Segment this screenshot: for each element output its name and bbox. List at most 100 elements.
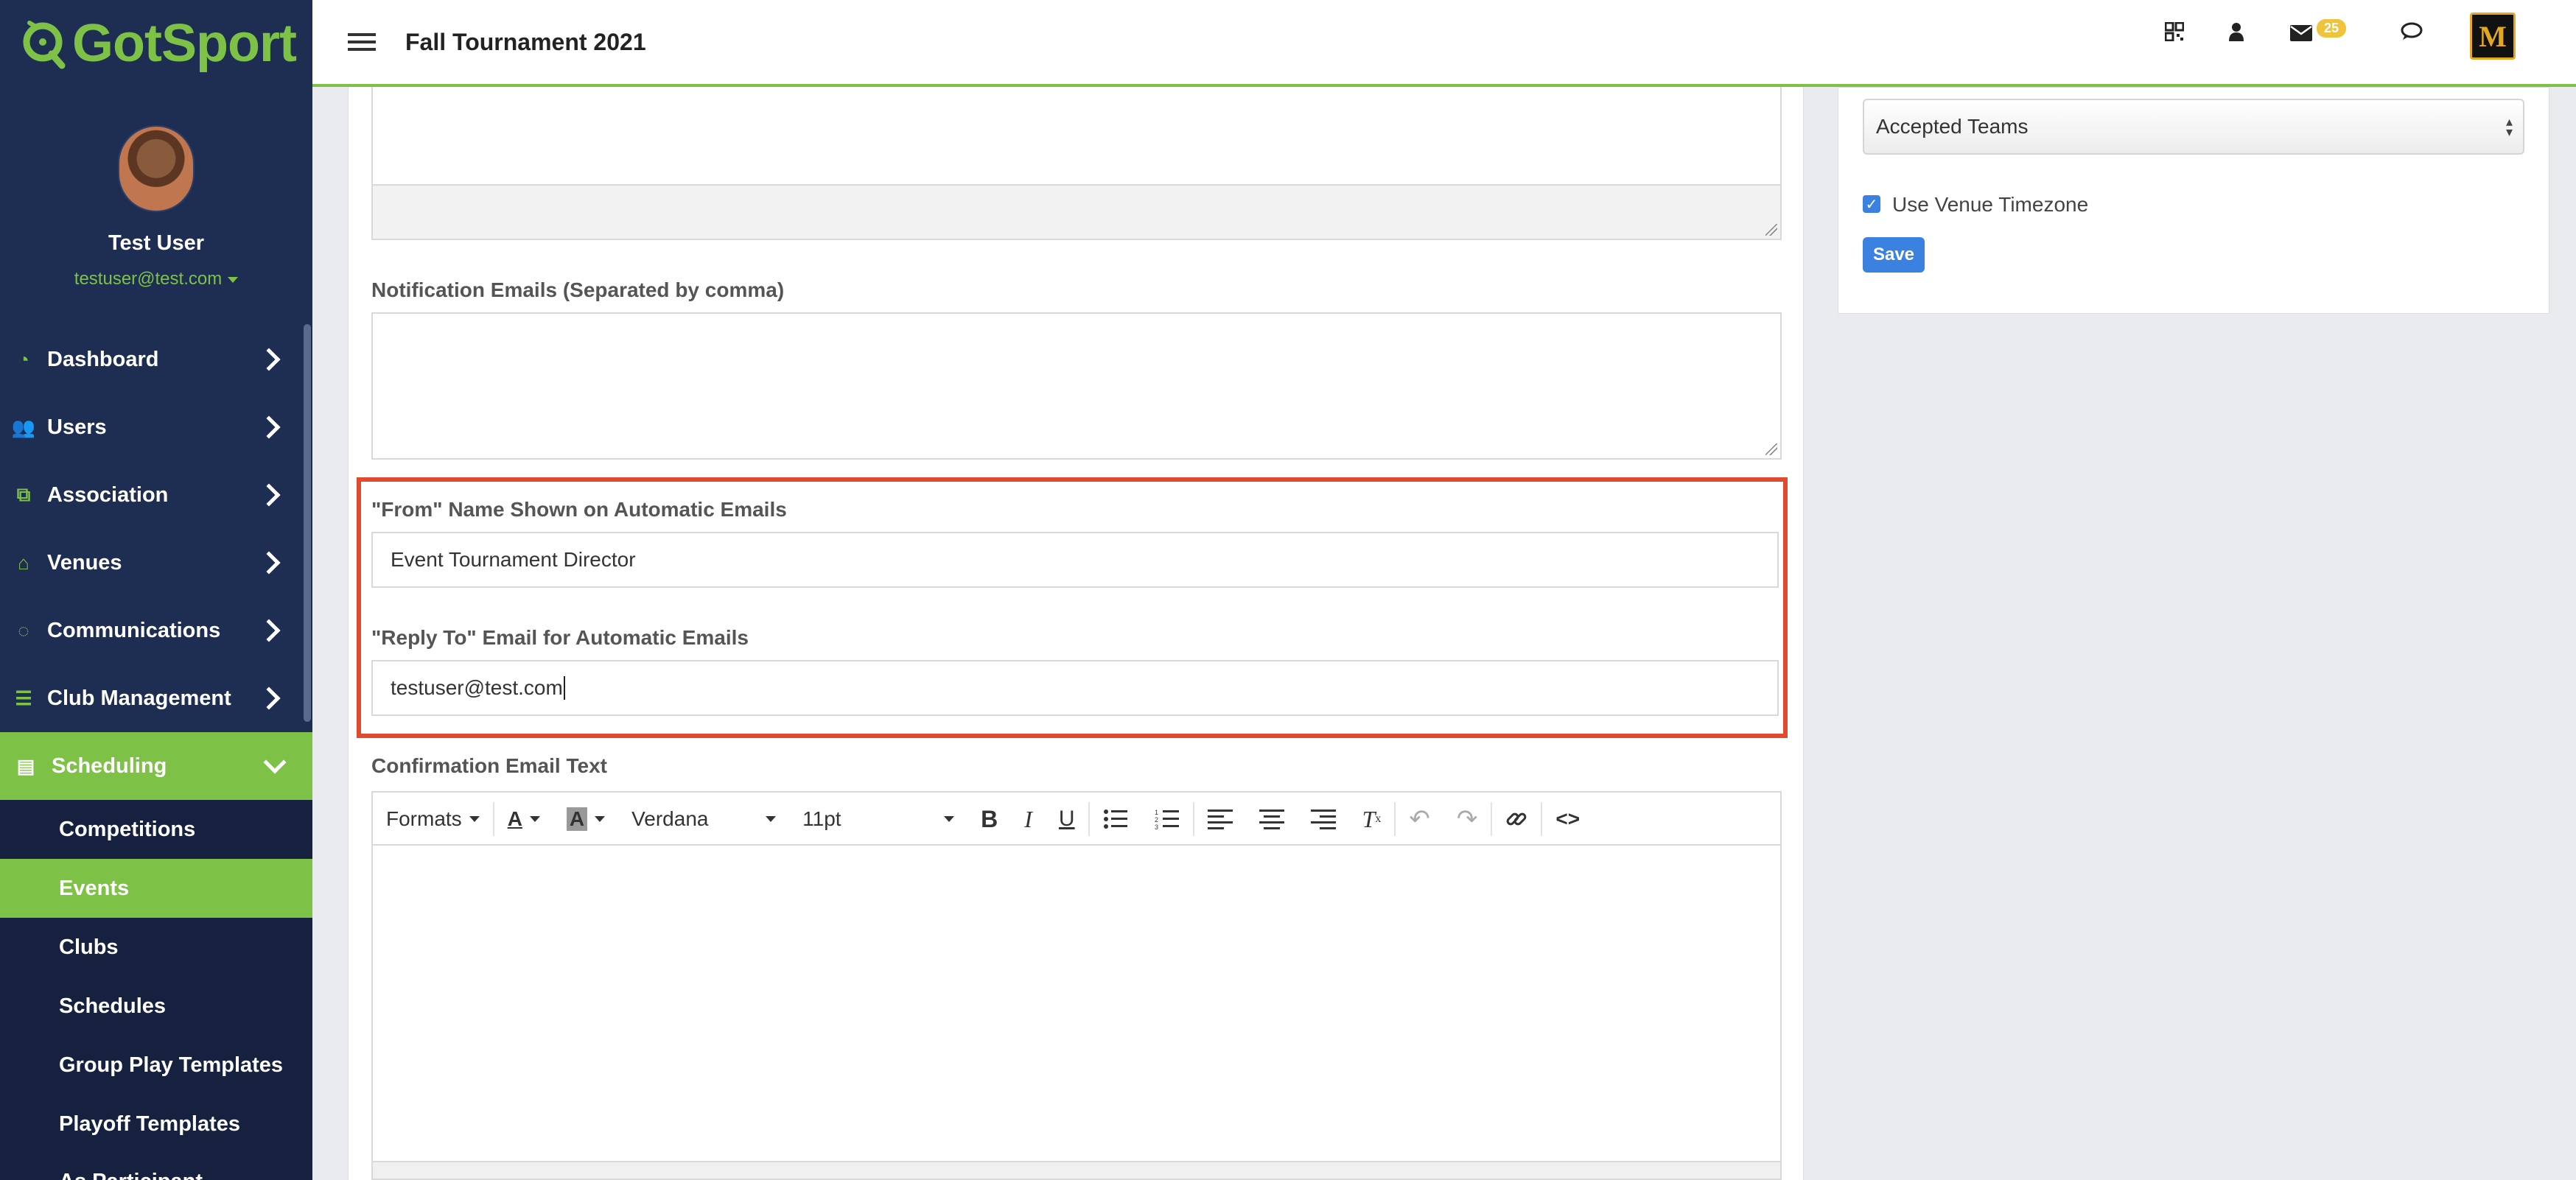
font-family-select[interactable]: Verdana bbox=[618, 793, 789, 846]
list-icon: ☰ bbox=[15, 686, 32, 709]
team-status-value: Accepted Teams bbox=[1876, 115, 2029, 138]
envelope-icon[interactable] bbox=[2290, 22, 2312, 47]
resize-grip-icon[interactable] bbox=[1765, 224, 1777, 236]
chat-icon: ◌ bbox=[18, 619, 29, 642]
brand-logo[interactable]: GotSport bbox=[0, 0, 312, 87]
sub-item-schedules[interactable]: Schedules bbox=[0, 977, 312, 1036]
align-right-icon[interactable] bbox=[1298, 793, 1349, 846]
notification-badge: 25 bbox=[2317, 19, 2347, 38]
link-icon[interactable] bbox=[1492, 793, 1541, 846]
previous-textarea[interactable] bbox=[371, 87, 1782, 186]
chevron-right-icon bbox=[257, 483, 281, 507]
sub-item-clubs[interactable]: Clubs bbox=[0, 918, 312, 977]
nav-label: Association bbox=[47, 482, 169, 507]
user-icon[interactable] bbox=[2228, 22, 2244, 47]
bullet-list-icon[interactable] bbox=[1090, 793, 1141, 846]
nav-item-scheduling[interactable]: ▤ Scheduling bbox=[0, 732, 312, 800]
sub-item-label: As Participant bbox=[59, 1170, 203, 1180]
sub-item-events[interactable]: Events bbox=[0, 859, 312, 918]
chevron-right-icon bbox=[257, 619, 281, 642]
sub-item-label: Events bbox=[59, 876, 130, 900]
chevron-right-icon bbox=[257, 551, 281, 575]
organization-logo[interactable]: M bbox=[2470, 13, 2516, 60]
reply-to-label: "Reply To" Email for Automatic Emails bbox=[371, 626, 749, 649]
italic-icon[interactable]: I bbox=[1011, 793, 1046, 846]
nav-item-association[interactable]: ⧉ Association bbox=[0, 461, 307, 529]
chevron-right-icon bbox=[257, 686, 281, 710]
background-color-button[interactable]: A bbox=[553, 793, 618, 846]
font-size-select[interactable]: 11pt bbox=[789, 793, 967, 846]
avatar[interactable] bbox=[118, 125, 195, 212]
resize-grip-icon[interactable] bbox=[1765, 443, 1777, 455]
sub-item-playoff-templates[interactable]: Playoff Templates bbox=[0, 1095, 312, 1153]
sub-item-label: Clubs bbox=[59, 935, 119, 959]
formats-label: Formats bbox=[386, 807, 462, 830]
team-status-select[interactable]: Accepted Teams ▴ ▾ bbox=[1863, 99, 2524, 155]
sub-item-competitions[interactable]: Competitions bbox=[0, 800, 312, 859]
numbered-list-icon[interactable]: 123 bbox=[1141, 793, 1193, 846]
svg-text:1: 1 bbox=[1155, 809, 1158, 816]
sub-item-label: Schedules bbox=[59, 994, 167, 1018]
nav-label: Venues bbox=[47, 550, 122, 575]
save-button[interactable]: Save bbox=[1863, 237, 1925, 273]
nav-item-users[interactable]: 👥 Users bbox=[0, 393, 307, 461]
caret-down-icon bbox=[529, 816, 540, 822]
hamburger-menu-icon[interactable] bbox=[348, 33, 376, 51]
confirmation-email-editor[interactable] bbox=[371, 844, 1782, 1162]
font-size-value: 11pt bbox=[802, 807, 841, 830]
caret-down-icon bbox=[595, 816, 606, 822]
bold-icon[interactable]: B bbox=[967, 793, 1011, 846]
font-family-value: Verdana bbox=[631, 807, 709, 830]
text-color-icon: A bbox=[507, 807, 522, 830]
notification-emails-textarea[interactable] bbox=[371, 312, 1782, 460]
brand-name: GotSport bbox=[72, 14, 297, 73]
page-title: Fall Tournament 2021 bbox=[405, 28, 646, 55]
sidebar: GotSport Test User testuser@test.com ◔ D… bbox=[0, 0, 312, 1180]
undo-icon[interactable]: ↶ bbox=[1396, 793, 1443, 846]
svg-text:3: 3 bbox=[1155, 823, 1158, 830]
nav-label: Communications bbox=[47, 618, 221, 642]
source-code-icon[interactable]: <> bbox=[1542, 793, 1593, 846]
sub-item-as-participant[interactable]: As Participant bbox=[0, 1153, 312, 1180]
nav-label: Dashboard bbox=[47, 347, 159, 371]
caret-down-icon bbox=[766, 816, 777, 822]
caret-down-icon bbox=[469, 816, 480, 822]
caret-down-icon bbox=[944, 816, 955, 822]
formats-dropdown[interactable]: Formats bbox=[373, 793, 493, 846]
clear-formatting-icon[interactable]: Tx bbox=[1349, 793, 1395, 846]
sidebar-scrollbar[interactable] bbox=[304, 324, 311, 722]
use-venue-timezone-label: Use Venue Timezone bbox=[1892, 193, 2089, 216]
chat-bubbles-icon[interactable] bbox=[2401, 22, 2423, 47]
align-center-icon[interactable] bbox=[1246, 793, 1298, 846]
calendar-icon: ▤ bbox=[16, 754, 35, 777]
users-icon: 👥 bbox=[11, 415, 36, 438]
editor-status-bar bbox=[371, 1161, 1782, 1180]
nav-item-communications[interactable]: ◌ Communications bbox=[0, 597, 307, 664]
background-color-icon: A bbox=[566, 807, 588, 831]
align-left-icon[interactable] bbox=[1194, 793, 1246, 846]
nav-item-venues[interactable]: ⌂ Venues bbox=[0, 529, 307, 597]
text-cursor bbox=[563, 676, 565, 700]
dashboard-icon: ◔ bbox=[18, 348, 29, 370]
nav-item-club-management[interactable]: ☰ Club Management bbox=[0, 664, 307, 732]
user-email: testuser@test.com bbox=[74, 269, 223, 289]
sub-item-label: Playoff Templates bbox=[59, 1111, 241, 1136]
nav-label: Scheduling bbox=[52, 754, 167, 778]
sub-item-group-play-templates[interactable]: Group Play Templates bbox=[0, 1036, 312, 1095]
user-email-dropdown[interactable]: testuser@test.com bbox=[0, 269, 312, 289]
qr-code-icon[interactable] bbox=[2164, 21, 2185, 47]
nav-label: Users bbox=[47, 415, 107, 439]
confirmation-email-label: Confirmation Email Text bbox=[371, 754, 607, 777]
reply-to-input[interactable]: testuser@test.com bbox=[371, 660, 1779, 716]
chevron-right-icon bbox=[257, 348, 281, 371]
text-color-button[interactable]: A bbox=[494, 793, 553, 846]
from-name-input[interactable]: Event Tournament Director bbox=[371, 532, 1779, 588]
redo-icon[interactable]: ↷ bbox=[1443, 793, 1491, 846]
home-icon: ⌂ bbox=[18, 551, 29, 574]
rich-text-toolbar: Formats A A Verdana 11pt B I U 123 Tx ↶ … bbox=[371, 791, 1782, 846]
underline-icon[interactable]: U bbox=[1046, 793, 1088, 846]
notification-emails-label: Notification Emails (Separated by comma) bbox=[371, 278, 785, 301]
from-name-label: "From" Name Shown on Automatic Emails bbox=[371, 498, 787, 521]
nav-item-dashboard[interactable]: ◔ Dashboard bbox=[0, 326, 307, 393]
use-venue-timezone-checkbox[interactable]: ✓ bbox=[1863, 195, 1880, 213]
